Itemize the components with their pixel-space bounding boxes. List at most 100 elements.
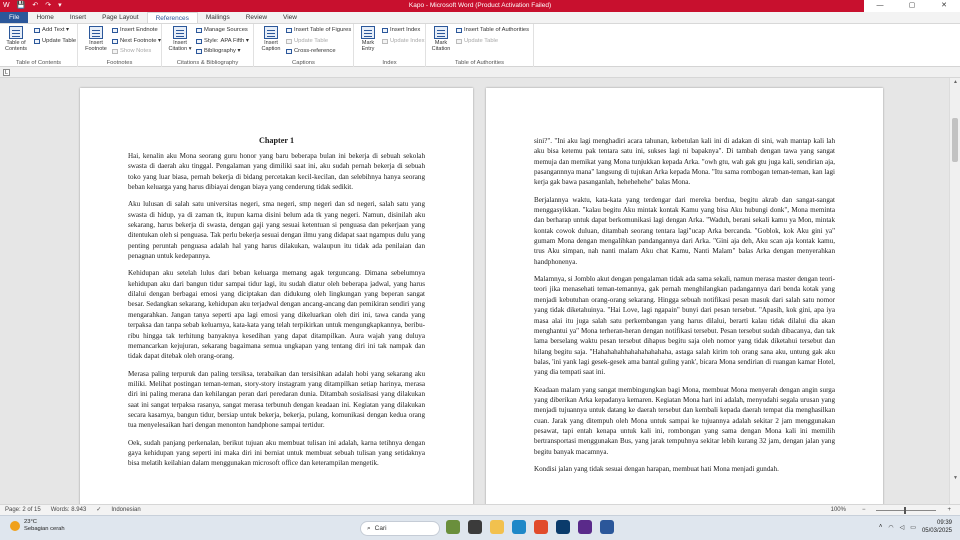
minimize-button[interactable]: — (864, 0, 896, 12)
paragraph: Malamnya, si Jomblo akut dengan pengalam… (534, 275, 835, 377)
tab-mailings[interactable]: Mailings (198, 12, 238, 23)
ribbon-references: Table of Contents Add Text ▾ Update Tabl… (0, 24, 960, 67)
page-1[interactable]: Chapter 1 Hai, kenalin aku Mona seorang … (80, 88, 473, 504)
tab-references[interactable]: References (146, 12, 198, 23)
tab-home[interactable]: Home (28, 12, 61, 23)
mark-entry-button[interactable]: Mark Entry (356, 26, 380, 52)
insert-toa-icon (456, 28, 462, 33)
update-toa-icon (456, 39, 462, 44)
weather-text: 23°C Sebagian cerah (24, 519, 65, 533)
page-count[interactable]: Page: 2 of 15 (0, 505, 46, 516)
store-icon[interactable] (556, 520, 570, 534)
style-selector[interactable]: Style: APA Fifth ▾ (196, 38, 249, 45)
file-explorer-icon[interactable] (490, 520, 504, 534)
insert-citation-button[interactable]: Insert Citation ▾ (166, 26, 194, 52)
tab-review[interactable]: Review (238, 12, 275, 23)
widgets-icon[interactable] (446, 520, 460, 534)
battery-icon[interactable]: ▭ (910, 524, 916, 531)
taskbar-search[interactable]: ⌕ Cari (360, 521, 440, 536)
quick-access-toolbar: W 💾 ↶ ↷ ▾ (0, 0, 62, 12)
tab-file[interactable]: File (0, 12, 29, 23)
vertical-scrollbar[interactable]: ▲ ▼ (949, 78, 960, 504)
page-2[interactable]: sini?". "Ini aku lagi menghadiri acara t… (486, 88, 883, 504)
paragraph: Aku lulusan di salah satu universitas ne… (128, 200, 425, 261)
redo-icon[interactable]: ↷ (45, 0, 51, 12)
update-index-button[interactable]: Update Index (382, 38, 424, 45)
proofing-icon[interactable]: ✓ (91, 505, 106, 516)
system-tray: ˄ ◠ ◁ ▭ 09:39 05/03/2025 (879, 519, 952, 535)
insert-table-of-figures-button[interactable]: Insert Table of Figures (286, 27, 351, 34)
insert-caption-button[interactable]: Insert Caption (258, 26, 284, 52)
insert-index-button[interactable]: Insert Index (382, 27, 420, 34)
mark-citation-icon (434, 26, 448, 39)
weather-widget[interactable]: 23°C Sebagian cerah (10, 519, 65, 533)
close-button[interactable]: ✕ (928, 0, 960, 12)
zoom-slider[interactable] (876, 507, 937, 514)
edge-icon[interactable] (512, 520, 526, 534)
tray-chevron-icon[interactable]: ˄ (879, 524, 883, 530)
group-table-of-authorities: Mark Citation Insert Table of Authoritie… (426, 24, 534, 67)
group-captions: Insert Caption Insert Table of Figures U… (254, 24, 354, 67)
insert-endnote-button[interactable]: Insert Endnote (112, 27, 158, 34)
weather-sun-icon (10, 521, 20, 531)
volume-icon[interactable]: ◁ (900, 524, 905, 531)
tab-selector[interactable]: L (3, 69, 10, 76)
style-dropdown[interactable]: APA Fifth ▾ (221, 38, 249, 45)
insert-index-icon (382, 28, 388, 33)
group-label-citations: Citations & Bibliography (176, 60, 239, 66)
word-count[interactable]: Words: 8.943 (46, 505, 92, 516)
add-text-button[interactable]: Add Text ▾ (34, 27, 69, 34)
table-of-contents-button[interactable]: Table of Contents (2, 26, 30, 52)
style-icon (196, 39, 202, 44)
scroll-thumb[interactable] (952, 118, 958, 162)
bibliography-label: Bibliography ▾ (204, 48, 241, 54)
app-icon[interactable] (578, 520, 592, 534)
cross-reference-icon (286, 49, 292, 54)
next-footnote-button[interactable]: Next Footnote ▾ (112, 38, 161, 45)
scroll-up-icon[interactable]: ▲ (952, 79, 959, 86)
group-label-toc: Table of Contents (15, 60, 62, 66)
next-footnote-icon (112, 39, 118, 44)
clock[interactable]: 09:39 05/03/2025 (922, 519, 952, 535)
update-table-captions-icon (286, 39, 292, 44)
update-table-toc-button[interactable]: Update Table (34, 38, 76, 45)
update-table-icon (34, 39, 40, 44)
chrome-icon[interactable] (534, 520, 548, 534)
paragraph: Hai, kenalin aku Mona seorang guru honor… (128, 152, 425, 192)
group-label-toa: Table of Authorities (455, 60, 504, 66)
document-area[interactable]: Chapter 1 Hai, kenalin aku Mona seorang … (0, 78, 949, 504)
insert-footnote-button[interactable]: Insert Footnote (82, 26, 110, 52)
update-toa-label: Update Table (464, 38, 499, 44)
task-view-icon[interactable] (468, 520, 482, 534)
group-label-index: Index (382, 60, 397, 66)
manage-sources-button[interactable]: Manage Sources (196, 27, 248, 34)
update-table-captions-label: Update Table (294, 38, 329, 44)
mark-citation-button[interactable]: Mark Citation (428, 26, 454, 52)
clock-time: 09:39 (936, 520, 952, 526)
word-taskbar-icon[interactable] (600, 520, 614, 534)
cross-reference-button[interactable]: Cross-reference (286, 48, 336, 55)
save-icon[interactable]: 💾 (17, 0, 26, 12)
word-app-icon[interactable]: W (3, 0, 10, 12)
paragraph: Kehidupan aku setelah lulus dari beban k… (128, 269, 425, 361)
update-toa-button[interactable]: Update Table (456, 38, 498, 45)
group-label-footnotes: Footnotes (106, 60, 133, 66)
update-table-captions-button[interactable]: Update Table (286, 38, 328, 45)
group-label-captions: Captions (292, 60, 315, 66)
insert-toa-button[interactable]: Insert Table of Authorities (456, 27, 529, 34)
tab-page-layout[interactable]: Page Layout (94, 12, 147, 23)
undo-icon[interactable]: ↶ (32, 0, 38, 12)
customize-qat-icon[interactable]: ▾ (58, 0, 62, 12)
tab-view[interactable]: View (275, 12, 305, 23)
chapter-heading: Chapter 1 (258, 136, 295, 145)
wifi-icon[interactable]: ◠ (888, 524, 893, 531)
scroll-down-icon[interactable]: ▼ (952, 475, 959, 482)
maximize-button[interactable]: ▢ (896, 0, 928, 12)
mark-citation-label: Mark Citation (431, 40, 451, 52)
language-indicator[interactable]: Indonesian (106, 505, 145, 516)
table-of-contents-label: Table of Contents (4, 40, 27, 52)
update-table-label: Update Table (42, 38, 77, 44)
show-notes-button[interactable]: Show Notes (112, 48, 151, 55)
bibliography-button[interactable]: Bibliography ▾ (196, 48, 240, 55)
tab-insert[interactable]: Insert (62, 12, 94, 23)
